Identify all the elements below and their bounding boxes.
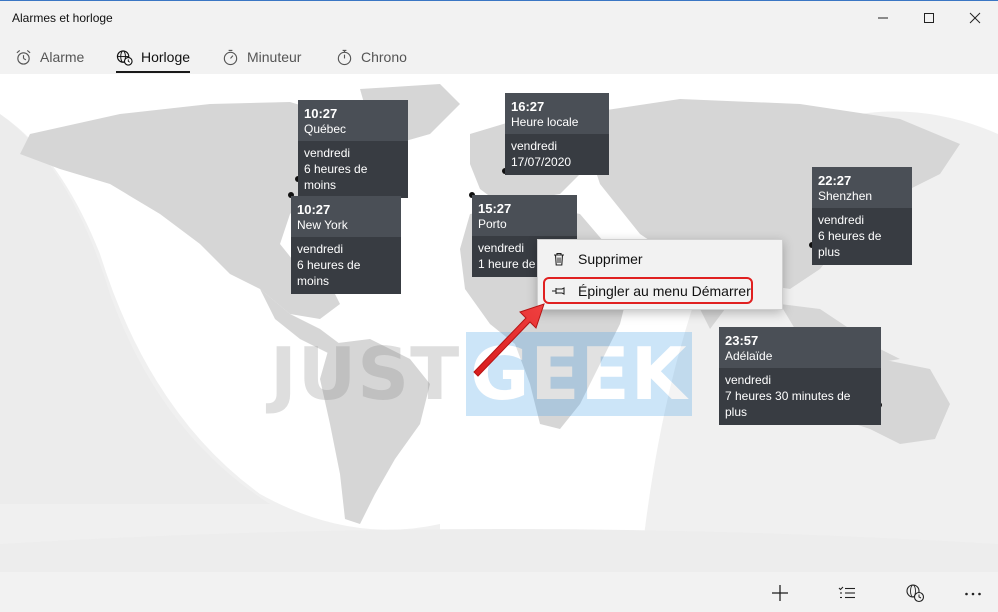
- add-icon: [772, 585, 788, 601]
- clock-card-new-york[interactable]: 10:27 New York vendredi 6 heures de moins: [291, 196, 401, 294]
- clock-offset: 6 heures de moins: [297, 258, 361, 288]
- maximize-button[interactable]: [906, 1, 952, 35]
- annotation-arrow-icon: [473, 303, 545, 377]
- clock-time: 10:27: [304, 106, 338, 121]
- compare-clocks-icon: [906, 584, 925, 603]
- menu-item-label: Supprimer: [578, 251, 643, 267]
- clock-city: Heure locale: [511, 115, 579, 129]
- clock-city: Québec: [304, 122, 347, 136]
- bottom-app-bar: [0, 572, 998, 612]
- window-title: Alarmes et horloge: [12, 11, 113, 25]
- tab-label: Alarme: [40, 49, 85, 65]
- clock-offset: 7 heures 30 minutes de plus: [725, 389, 851, 419]
- tab-chrono[interactable]: Chrono: [336, 42, 407, 72]
- tab-bar: Alarme Horloge Minuteur Chrono: [0, 36, 998, 74]
- clock-offset: 6 heures de plus: [818, 229, 882, 259]
- menu-item-supprimer[interactable]: Supprimer: [538, 244, 782, 274]
- tab-alarme[interactable]: Alarme: [15, 42, 84, 72]
- tab-minuteur[interactable]: Minuteur: [222, 42, 301, 72]
- clock-offset: 17/07/2020: [511, 155, 572, 169]
- select-clocks-button[interactable]: [830, 580, 864, 606]
- menu-item-epingler[interactable]: Épingler au menu Démarrer: [538, 276, 782, 306]
- stopwatch-icon: [337, 49, 352, 65]
- compare-clocks-button[interactable]: [898, 580, 932, 606]
- clock-time: 10:27: [297, 202, 331, 217]
- clock-day: vendredi: [725, 373, 772, 387]
- clock-city: Shenzhen: [818, 189, 873, 203]
- tab-label: Chrono: [361, 49, 407, 65]
- title-bar: Alarmes et horloge: [0, 0, 998, 36]
- tab-horloge[interactable]: Horloge: [116, 42, 191, 73]
- clock-card-adelaide[interactable]: 23:57 Adélaïde vendredi 7 heures 30 minute…: [719, 327, 881, 425]
- clock-time: 23:57: [725, 333, 759, 348]
- maximize-icon: [924, 13, 934, 23]
- menu-item-label: Épingler au menu Démarrer: [578, 283, 751, 299]
- timer-icon: [223, 49, 238, 65]
- clock-card-shenzhen[interactable]: 22:27 Shenzhen vendredi 6 heures de plus: [812, 167, 912, 265]
- clock-city: Porto: [478, 217, 507, 231]
- close-icon: [969, 12, 981, 24]
- trash-icon: [554, 252, 564, 266]
- clock-day: vendredi: [511, 139, 558, 153]
- minimize-icon: [878, 17, 888, 19]
- select-list-icon: [838, 586, 855, 599]
- clock-day: vendredi: [818, 213, 865, 227]
- watermark-text-part1: JUST: [270, 332, 461, 416]
- alarm-clock-icon: [16, 49, 31, 65]
- close-button[interactable]: [952, 1, 998, 35]
- clock-day: vendredi: [297, 242, 344, 256]
- clock-time: 16:27: [511, 99, 545, 114]
- clock-time: 15:27: [478, 201, 512, 216]
- more-icon: [965, 592, 981, 596]
- clock-offset: 6 heures de moins: [304, 162, 368, 192]
- context-menu: Supprimer Épingler au menu Démarrer: [537, 239, 783, 310]
- more-options-button[interactable]: [956, 580, 990, 606]
- clock-city: New York: [297, 218, 348, 232]
- tab-label: Horloge: [141, 49, 191, 65]
- clock-card-local[interactable]: 16:27 Heure locale vendredi 17/07/2020: [505, 93, 609, 175]
- minimize-button[interactable]: [860, 1, 906, 35]
- add-clock-button[interactable]: [763, 580, 797, 606]
- clock-city: Adélaïde: [725, 349, 773, 363]
- tab-label: Minuteur: [247, 49, 302, 65]
- clock-day: vendredi: [304, 146, 351, 160]
- clock-card-quebec[interactable]: 10:27 Québec vendredi 6 heures de moins: [298, 100, 408, 198]
- clock-time: 22:27: [818, 173, 852, 188]
- world-clock-icon: [116, 49, 133, 66]
